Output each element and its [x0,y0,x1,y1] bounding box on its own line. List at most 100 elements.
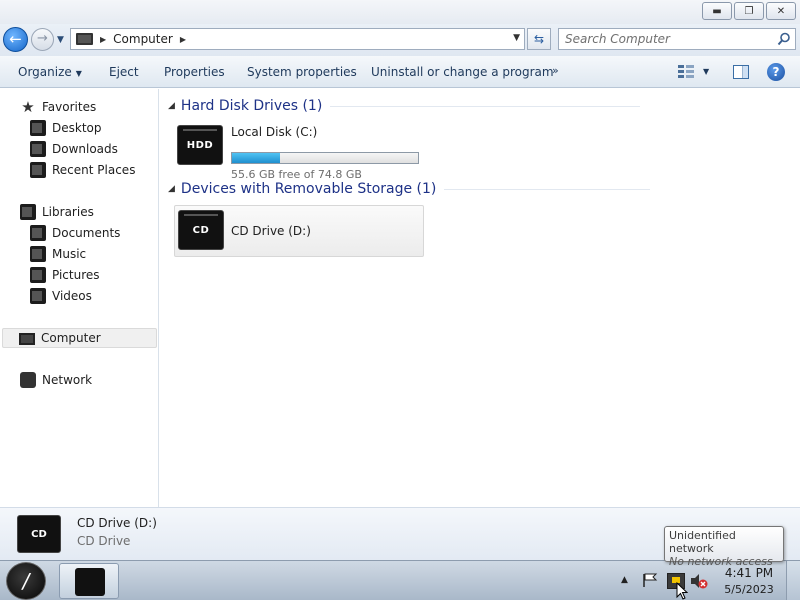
breadcrumb-computer[interactable]: Computer [113,32,173,46]
nav-computer[interactable]: Computer [2,328,157,348]
computer-icon [76,33,93,45]
clock-time: 4:41 PM [724,566,774,580]
preview-pane-icon[interactable] [733,65,749,79]
arrow-left-icon: ← [9,30,22,48]
nav-documents[interactable]: Documents [30,223,120,243]
nav-network-label: Network [42,373,93,387]
show-desktop-button[interactable] [786,561,800,600]
drive-name-c: Local Disk (C:) [231,125,318,139]
details-icon-label: CD [31,528,47,540]
start-button[interactable]: / [6,562,46,600]
minimize-button[interactable]: ▬ [702,2,732,20]
chevron-down-icon: ▼ [57,35,64,45]
window-controls: ▬ ❐ ✕ [702,2,796,20]
chevron-up-icon: ▲ [621,575,628,585]
restore-icon: ❐ [744,5,754,17]
breadcrumb-separator-icon[interactable]: ▶ [100,35,106,44]
chevron-down-icon: ▼ [75,69,82,78]
back-button[interactable]: ← [3,27,28,52]
nav-libraries-label: Libraries [42,205,94,219]
disk-usage-fill [232,153,280,163]
nav-videos[interactable]: Videos [30,286,92,306]
explorer-icon [75,568,105,596]
eject-button[interactable]: Eject [109,65,139,79]
collapse-group-icon[interactable]: ◢ [168,101,175,111]
nav-pictures[interactable]: Pictures [30,265,100,285]
group-removable-storage[interactable]: ◢ Devices with Removable Storage (1) [168,179,651,199]
uninstall-program-button[interactable]: Uninstall or change a program [371,65,554,79]
refresh-icon: ⇆ [533,32,545,46]
refresh-button[interactable]: ⇆ [527,28,551,50]
nav-music[interactable]: Music [30,244,86,264]
hard-drive-icon: HDD [177,125,223,165]
nav-desktop-label: Desktop [52,121,102,135]
tooltip-title: Unidentified network [669,529,736,555]
cd-drive-icon-label: CD [192,224,210,236]
cd-drive-icon: CD [17,515,61,553]
downloads-folder-icon [30,141,46,157]
nav-pictures-label: Pictures [52,268,100,282]
nav-downloads-label: Downloads [52,142,118,156]
breadcrumb-separator-icon[interactable]: ▶ [180,35,186,44]
more-commands-button[interactable]: » [552,64,559,77]
start-orb-icon: / [22,569,30,593]
videos-icon [30,288,46,304]
organize-button[interactable]: Organize ▼ [18,65,82,79]
address-bar[interactable]: ▶ Computer ▶ ▼ [70,28,525,50]
drive-local-disk-c[interactable]: HDD Local Disk (C:) 55.6 GB free of 74.8… [174,121,434,181]
search-input[interactable] [559,29,769,49]
chevron-down-icon: ▼ [703,67,710,76]
nav-videos-label: Videos [52,289,92,303]
action-center-flag-icon[interactable] [642,573,658,587]
help-icon[interactable]: ? [767,63,785,81]
volume-muted-icon[interactable] [690,572,708,590]
nav-recent-places[interactable]: Recent Places [30,160,135,180]
arrow-right-icon: → [37,31,48,46]
nav-favorites-label: Favorites [42,100,97,114]
music-icon [30,246,46,262]
address-history-dropdown[interactable]: ▼ [513,33,520,43]
nav-favorites[interactable]: ★ Favorites [20,97,96,117]
search-box[interactable] [558,28,796,50]
network-tooltip: Unidentified network No network access [664,526,784,568]
group-hard-disk-drives[interactable]: ◢ Hard Disk Drives (1) [168,96,641,116]
system-clock[interactable]: 4:41 PM 5/5/2023 [718,566,780,596]
details-item-type: CD Drive [77,534,131,548]
forward-button[interactable]: → [31,28,54,51]
nav-network[interactable]: Network [20,370,92,390]
navigation-pane: ★ Favorites Desktop Downloads Recent Plac… [0,89,159,507]
show-hidden-icons-button[interactable]: ▲ [621,575,628,585]
nav-computer-label: Computer [41,331,101,345]
desktop-folder-icon [30,120,46,136]
address-row: ← → ▼ ▶ Computer ▶ ▼ ⇆ [0,24,800,56]
recent-pages-dropdown[interactable]: ▼ [57,35,64,45]
libraries-icon [20,204,36,220]
change-view-icon[interactable] [678,65,694,79]
view-options-dropdown[interactable]: ▼ [703,67,709,76]
taskbar-explorer-button[interactable] [59,563,119,599]
collapse-group-icon[interactable]: ◢ [168,184,175,194]
close-button[interactable]: ✕ [766,2,796,20]
nav-documents-label: Documents [52,226,121,240]
computer-icon [19,333,35,345]
cd-drive-icon: CD [178,210,224,250]
command-bar: Organize ▼ Eject Properties System proper… [0,56,800,88]
nav-desktop[interactable]: Desktop [30,118,102,138]
clock-date: 5/5/2023 [724,583,774,596]
drive-cd-d[interactable]: CD CD Drive (D:) [174,205,424,257]
nav-downloads[interactable]: Downloads [30,139,118,159]
group-divider [330,105,641,107]
mouse-cursor-icon [676,582,688,600]
hard-drive-icon-label: HDD [186,139,214,151]
title-bar: ▬ ❐ ✕ [0,0,800,24]
system-properties-button[interactable]: System properties [247,65,357,79]
properties-button[interactable]: Properties [164,65,225,79]
group-title-removable: Devices with Removable Storage (1) [180,181,437,197]
network-icon [20,372,36,388]
minimize-icon: ▬ [712,5,722,17]
search-icon[interactable] [777,32,791,46]
group-title-hdd: Hard Disk Drives (1) [180,98,323,114]
documents-icon [30,225,46,241]
nav-libraries[interactable]: Libraries [20,202,94,222]
restore-button[interactable]: ❐ [734,2,764,20]
